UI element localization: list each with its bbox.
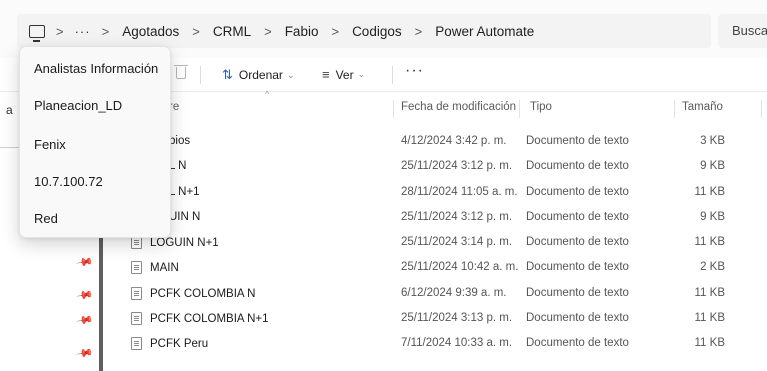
column-divider[interactable]	[761, 100, 762, 118]
file-name: bios	[169, 135, 191, 147]
file-type: Documento de texto	[526, 211, 629, 223]
file-size: 2 KB	[700, 261, 725, 273]
file-row[interactable]: UIN N 25/11/2024 3:12 p. m. Documento de…	[103, 205, 767, 230]
file-size: 11 KB	[694, 287, 725, 299]
text-document-icon	[131, 261, 142, 274]
column-divider[interactable]	[393, 100, 394, 118]
toolbar-divider	[200, 66, 201, 84]
toolbar-divider	[392, 66, 393, 84]
menu-item-analistas-informacion[interactable]: Analistas Información	[34, 61, 158, 76]
file-name: UIN N	[169, 211, 201, 223]
breadcrumb[interactable]: > ··· > Agotados > CRML > Fabio > Codigo…	[17, 14, 711, 48]
nav-partial-label: a	[6, 103, 13, 117]
file-row[interactable]: L N+1 28/11/2024 11:05 a. m. Documento d…	[103, 180, 767, 205]
chevron-down-icon: ⌄	[357, 69, 366, 79]
breadcrumb-crml[interactable]: CRML	[211, 20, 253, 43]
file-name: PCFK COLOMBIA N	[150, 287, 256, 300]
menu-item-red[interactable]: Red	[34, 211, 58, 226]
file-type: Documento de texto	[526, 135, 629, 147]
file-date: 7/11/2024 10:33 a. m.	[401, 337, 513, 349]
search-input[interactable]: Busca	[718, 14, 767, 48]
file-name-cell: PCFK COLOMBIA N+1	[131, 312, 269, 325]
chevron-right-icon[interactable]: >	[415, 24, 423, 39]
file-date: 25/11/2024 3:14 p. m.	[401, 236, 513, 248]
view-label: Ver	[335, 67, 354, 82]
text-document-icon	[131, 337, 142, 350]
file-row[interactable]: PCFK COLOMBIA N 6/12/2024 9:39 a. m. Doc…	[103, 281, 767, 306]
menu-item-planeacion-ld[interactable]: Planeacion_LD	[34, 98, 122, 113]
text-document-icon	[131, 287, 142, 300]
file-name: L N+1	[169, 186, 200, 198]
file-size: 11 KB	[694, 337, 725, 349]
file-row[interactable]: LOGUIN N+1 25/11/2024 3:14 p. m. Documen…	[103, 230, 767, 255]
breadcrumb-agotados[interactable]: Agotados	[120, 20, 181, 43]
chevron-right-icon[interactable]: >	[56, 24, 64, 39]
breadcrumb-codigos[interactable]: Codigos	[350, 20, 404, 43]
file-name-cell: MAIN	[131, 261, 179, 274]
column-divider[interactable]	[674, 100, 675, 118]
file-type: Documento de texto	[526, 261, 629, 273]
file-type: Documento de texto	[526, 186, 629, 198]
chevron-right-icon[interactable]: >	[331, 24, 339, 39]
file-type: Documento de texto	[526, 287, 629, 299]
sort-arrows-icon: ⇅	[222, 67, 233, 82]
breadcrumb-overflow-button[interactable]: ···	[75, 24, 91, 39]
view-button[interactable]: ≡ Ver ⌄	[322, 67, 365, 82]
file-date: 25/11/2024 3:13 p. m.	[401, 312, 513, 324]
file-size: 11 KB	[694, 312, 725, 324]
this-pc-icon[interactable]	[29, 24, 45, 42]
file-date: 28/11/2024 11:05 a. m.	[401, 186, 518, 198]
file-type: Documento de texto	[526, 160, 629, 172]
file-list: ^ re Fecha de modificación Tipo Tamaño b…	[103, 89, 767, 371]
breadcrumb-power-automate[interactable]: Power Automate	[433, 20, 536, 43]
file-date: 6/12/2024 9:39 a. m.	[401, 287, 507, 299]
file-row[interactable]: PCFK COLOMBIA N+1 25/11/2024 3:13 p. m. …	[103, 306, 767, 331]
chevron-right-icon[interactable]: >	[264, 24, 272, 39]
file-date: 4/12/2024 3:42 p. m.	[401, 135, 507, 147]
menu-item-network-address[interactable]: 10.7.100.72	[34, 174, 103, 189]
column-header-date[interactable]: Fecha de modificación	[401, 101, 516, 113]
sort-caret-icon: ^	[265, 89, 270, 99]
file-type: Documento de texto	[526, 236, 629, 248]
file-date: 25/11/2024 3:12 p. m.	[401, 160, 513, 172]
file-date: 25/11/2024 3:12 p. m.	[401, 211, 513, 223]
more-options-button[interactable]: ···	[405, 62, 424, 80]
file-name: LOGUIN N+1	[150, 236, 219, 249]
file-type: Documento de texto	[526, 312, 629, 324]
breadcrumb-overflow-menu: Analistas Información Planeacion_LD Feni…	[19, 46, 171, 238]
chevron-right-icon[interactable]: >	[192, 24, 200, 39]
file-type: Documento de texto	[526, 337, 629, 349]
view-lines-icon: ≡	[322, 67, 330, 82]
sort-label: Ordenar	[238, 68, 283, 82]
column-header-type[interactable]: Tipo	[530, 101, 552, 113]
file-size: 11 KB	[694, 186, 725, 198]
file-name: MAIN	[150, 261, 179, 274]
text-document-icon	[131, 312, 142, 325]
file-size: 3 KB	[700, 135, 725, 147]
file-row[interactable]: PCFK Peru 7/11/2024 10:33 a. m. Document…	[103, 331, 767, 356]
file-row[interactable]: MAIN 25/11/2024 10:42 a. m. Documento de…	[103, 255, 767, 280]
file-name-cell: PCFK COLOMBIA N	[131, 287, 255, 300]
trash-icon[interactable]	[174, 65, 188, 79]
column-header-size[interactable]: Tamaño	[682, 101, 723, 113]
nav-divider	[0, 147, 20, 148]
menu-item-fenix[interactable]: Fenix	[34, 137, 66, 152]
file-row[interactable]: L N 25/11/2024 3:12 p. m. Documento de t…	[103, 154, 767, 179]
file-name-cell: PCFK Peru	[131, 337, 208, 350]
sort-button[interactable]: ⇅ Ordenar ⌄	[222, 67, 294, 83]
file-name: PCFK COLOMBIA N+1	[150, 312, 269, 325]
file-name: L N	[169, 160, 187, 172]
file-size: 9 KB	[700, 211, 725, 223]
file-name: PCFK Peru	[150, 337, 209, 350]
column-divider[interactable]	[519, 100, 520, 118]
file-size: 11 KB	[694, 236, 725, 248]
breadcrumb-fabio[interactable]: Fabio	[283, 20, 321, 43]
file-size: 9 KB	[700, 160, 725, 172]
file-row[interactable]: bios 4/12/2024 3:42 p. m. Documento de t…	[103, 129, 767, 154]
chevron-down-icon: ⌄	[286, 69, 295, 80]
file-date: 25/11/2024 10:42 a. m.	[401, 261, 519, 273]
chevron-right-icon[interactable]: >	[102, 24, 110, 39]
